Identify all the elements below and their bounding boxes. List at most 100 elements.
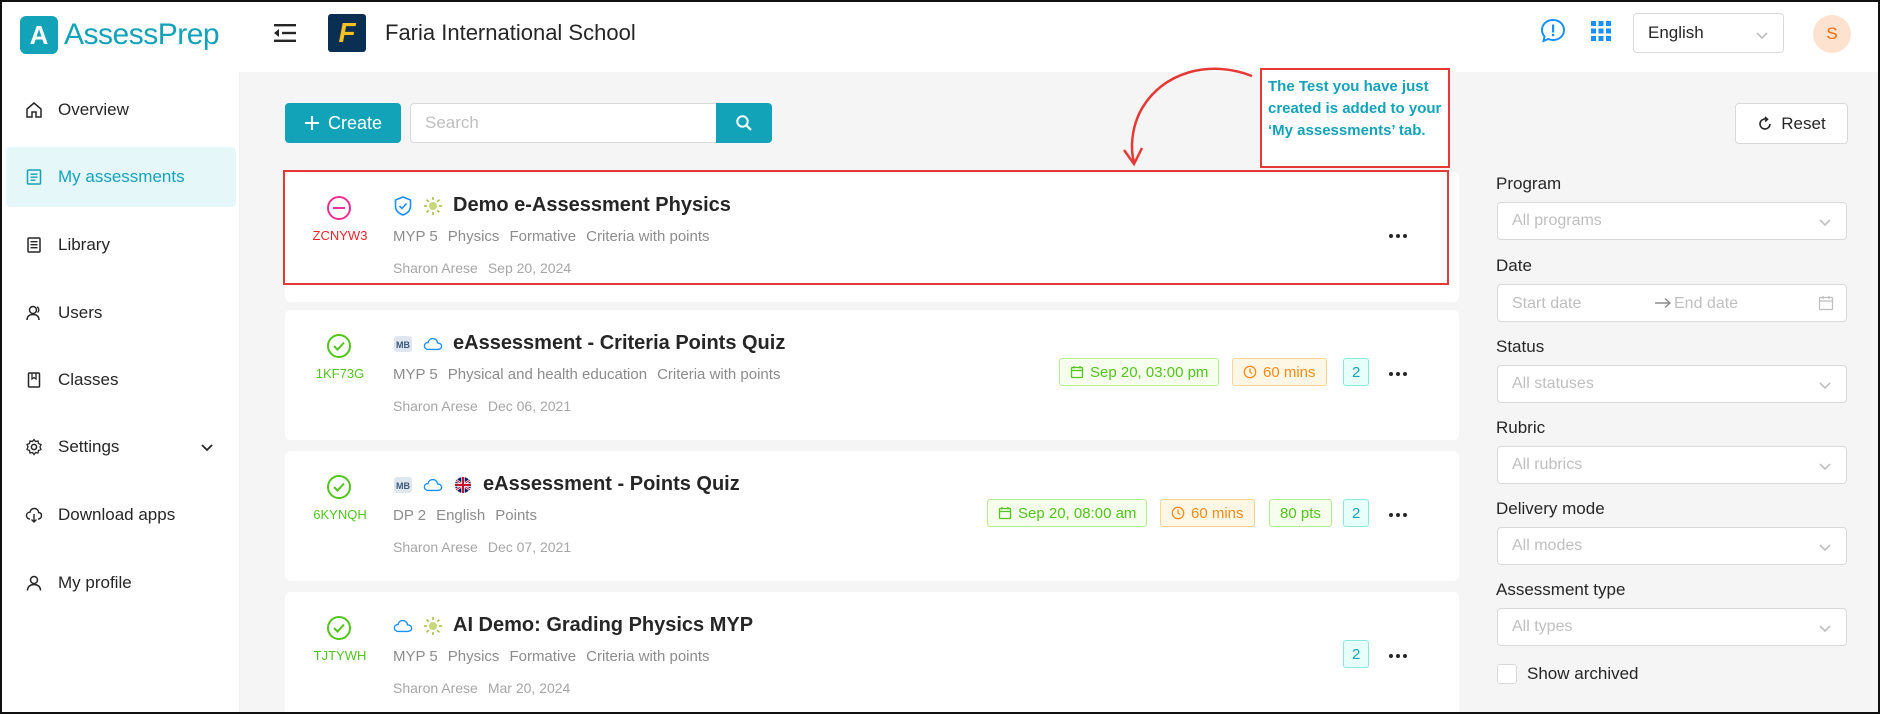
language-select[interactable]: English bbox=[1633, 13, 1784, 53]
gear-icon bbox=[24, 437, 44, 457]
ai-grading-icon bbox=[423, 196, 443, 216]
ai-grading-icon bbox=[423, 616, 443, 636]
assessment-title[interactable]: AI Demo: Grading Physics MYP bbox=[453, 614, 753, 637]
schedule-tag: Sep 20, 08:00 am bbox=[987, 499, 1148, 527]
sidebar-item-my-assessments[interactable]: My assessments bbox=[6, 147, 236, 207]
rubric-select[interactable]: All rubrics bbox=[1497, 446, 1847, 484]
date-range-picker[interactable]: Start date End date bbox=[1497, 284, 1847, 322]
chevron-down-icon bbox=[1818, 459, 1832, 473]
school-name: Faria International School bbox=[385, 20, 636, 45]
meta-type: Formative bbox=[509, 648, 577, 665]
library-icon bbox=[24, 235, 44, 255]
more-options-icon[interactable] bbox=[1389, 366, 1413, 382]
more-options-icon[interactable] bbox=[1389, 228, 1413, 244]
checkbox[interactable] bbox=[1497, 664, 1517, 684]
meta-grade: MYP 5 bbox=[393, 366, 438, 383]
reset-button[interactable]: Reset bbox=[1735, 103, 1848, 144]
chevron-down-icon bbox=[1818, 621, 1832, 635]
meta-grading: Criteria with points bbox=[586, 228, 710, 245]
language-value: English bbox=[1648, 23, 1704, 42]
meta-grade: DP 2 bbox=[393, 507, 427, 524]
calendar-icon bbox=[998, 507, 1012, 520]
search-button[interactable] bbox=[716, 103, 772, 143]
more-options-icon[interactable] bbox=[1389, 648, 1413, 664]
assessment-title[interactable]: Demo e-Assessment Physics bbox=[453, 194, 731, 217]
app-logo[interactable]: A AssessPrep bbox=[20, 16, 220, 54]
duration-tag: 60 mins bbox=[1160, 499, 1255, 527]
assessment-card[interactable]: ZCNYW3 Demo e-Assessment Physics MYP 5 P… bbox=[285, 172, 1459, 302]
meta-subject: Physics bbox=[447, 648, 500, 665]
cloud-icon bbox=[423, 334, 443, 354]
delivery-placeholder: All modes bbox=[1512, 537, 1583, 554]
show-archived-label: Show archived bbox=[1527, 664, 1639, 683]
create-button[interactable]: Create bbox=[285, 103, 401, 143]
schedule-tag: Sep 20, 03:00 pm bbox=[1059, 358, 1220, 386]
search-input[interactable] bbox=[410, 103, 718, 143]
sidebar-item-label: Library bbox=[58, 235, 110, 254]
sidebar-item-download-apps[interactable]: Download apps bbox=[6, 485, 236, 545]
assessment-code: ZCNYW3 bbox=[312, 228, 368, 243]
assessment-card[interactable]: 6KYNQH MB eAssessment - Points Quiz DP 2… bbox=[285, 451, 1459, 581]
meta-grading: Criteria with points bbox=[586, 648, 710, 665]
assessment-author: Sharon Arese bbox=[393, 539, 478, 555]
top-header: A AssessPrep F Faria International Schoo… bbox=[2, 2, 1878, 72]
end-date[interactable]: End date bbox=[1674, 295, 1738, 313]
reset-label: Reset bbox=[1781, 113, 1826, 133]
assessment-meta: MYP 5 Physics Formative Criteria with po… bbox=[393, 648, 710, 665]
program-label: Program bbox=[1496, 174, 1562, 193]
published-status-icon bbox=[325, 614, 353, 642]
cloud-icon bbox=[423, 475, 443, 495]
sidebar-item-my-profile[interactable]: My profile bbox=[6, 553, 236, 613]
meta-subject: Physical and health education bbox=[447, 366, 648, 383]
delivery-mode-label: Delivery mode bbox=[1496, 499, 1605, 518]
assessment-author: Sharon Arese bbox=[393, 680, 478, 696]
program-placeholder: All programs bbox=[1512, 212, 1602, 229]
rubric-placeholder: All rubrics bbox=[1512, 456, 1583, 473]
chevron-down-icon bbox=[1818, 215, 1832, 229]
sidebar-item-users[interactable]: Users bbox=[6, 283, 236, 343]
sidebar-item-label: Download apps bbox=[58, 505, 176, 524]
sidebar-item-label: My profile bbox=[58, 573, 132, 592]
start-date[interactable]: Start date bbox=[1512, 295, 1581, 313]
meta-grading: Points bbox=[495, 507, 537, 524]
shield-check-icon bbox=[393, 195, 413, 216]
points-tag: 80 pts bbox=[1269, 499, 1332, 527]
assessment-card[interactable]: TJTYWH AI Demo: Grading Physics MYP MYP … bbox=[285, 592, 1459, 712]
assessment-title[interactable]: eAssessment - Criteria Points Quiz bbox=[453, 332, 785, 355]
assessment-meta: MYP 5 Physical and health education Crit… bbox=[393, 366, 780, 383]
status-placeholder: All statuses bbox=[1512, 375, 1594, 392]
assessment-byline: Sharon Arese Dec 07, 2021 bbox=[393, 539, 571, 555]
assessment-author: Sharon Arese bbox=[393, 398, 478, 414]
sidebar: Overview My assessments Library Users Cl… bbox=[2, 72, 240, 712]
show-archived-checkbox[interactable]: Show archived bbox=[1497, 664, 1639, 684]
meta-grade: MYP 5 bbox=[393, 648, 438, 665]
apps-grid-icon[interactable] bbox=[1590, 20, 1612, 42]
draft-status-icon bbox=[325, 194, 353, 222]
sidebar-item-library[interactable]: Library bbox=[6, 215, 236, 275]
sidebar-item-settings[interactable]: Settings bbox=[6, 417, 236, 477]
assessment-code: TJTYWH bbox=[313, 648, 367, 663]
feedback-icon[interactable] bbox=[1540, 18, 1566, 44]
meta-grading: Criteria with points bbox=[657, 366, 781, 383]
assessment-code: 6KYNQH bbox=[313, 507, 367, 522]
assessment-date: Dec 06, 2021 bbox=[487, 398, 572, 414]
book-icon bbox=[24, 370, 44, 390]
assessment-card[interactable]: 1KF73G MB eAssessment - Criteria Points … bbox=[285, 310, 1459, 440]
menu-fold-icon[interactable] bbox=[272, 22, 298, 44]
more-options-icon[interactable] bbox=[1389, 507, 1413, 523]
sidebar-item-classes[interactable]: Classes bbox=[6, 350, 236, 410]
sidebar-item-overview[interactable]: Overview bbox=[6, 80, 236, 140]
search-icon bbox=[736, 115, 752, 131]
program-select[interactable]: All programs bbox=[1497, 202, 1847, 240]
assessment-author: Sharon Arese bbox=[393, 260, 478, 276]
avatar[interactable]: S bbox=[1813, 15, 1851, 53]
delivery-mode-select[interactable]: All modes bbox=[1497, 527, 1847, 565]
assessment-type-select[interactable]: All types bbox=[1497, 608, 1847, 646]
clock-icon bbox=[1171, 506, 1185, 520]
mb-icon: MB bbox=[393, 334, 413, 354]
assessment-title[interactable]: eAssessment - Points Quiz bbox=[483, 473, 740, 496]
svg-text:MB: MB bbox=[396, 481, 410, 491]
sidebar-item-label: Users bbox=[58, 303, 103, 322]
status-select[interactable]: All statuses bbox=[1497, 365, 1847, 403]
count-badge: 2 bbox=[1343, 358, 1370, 386]
